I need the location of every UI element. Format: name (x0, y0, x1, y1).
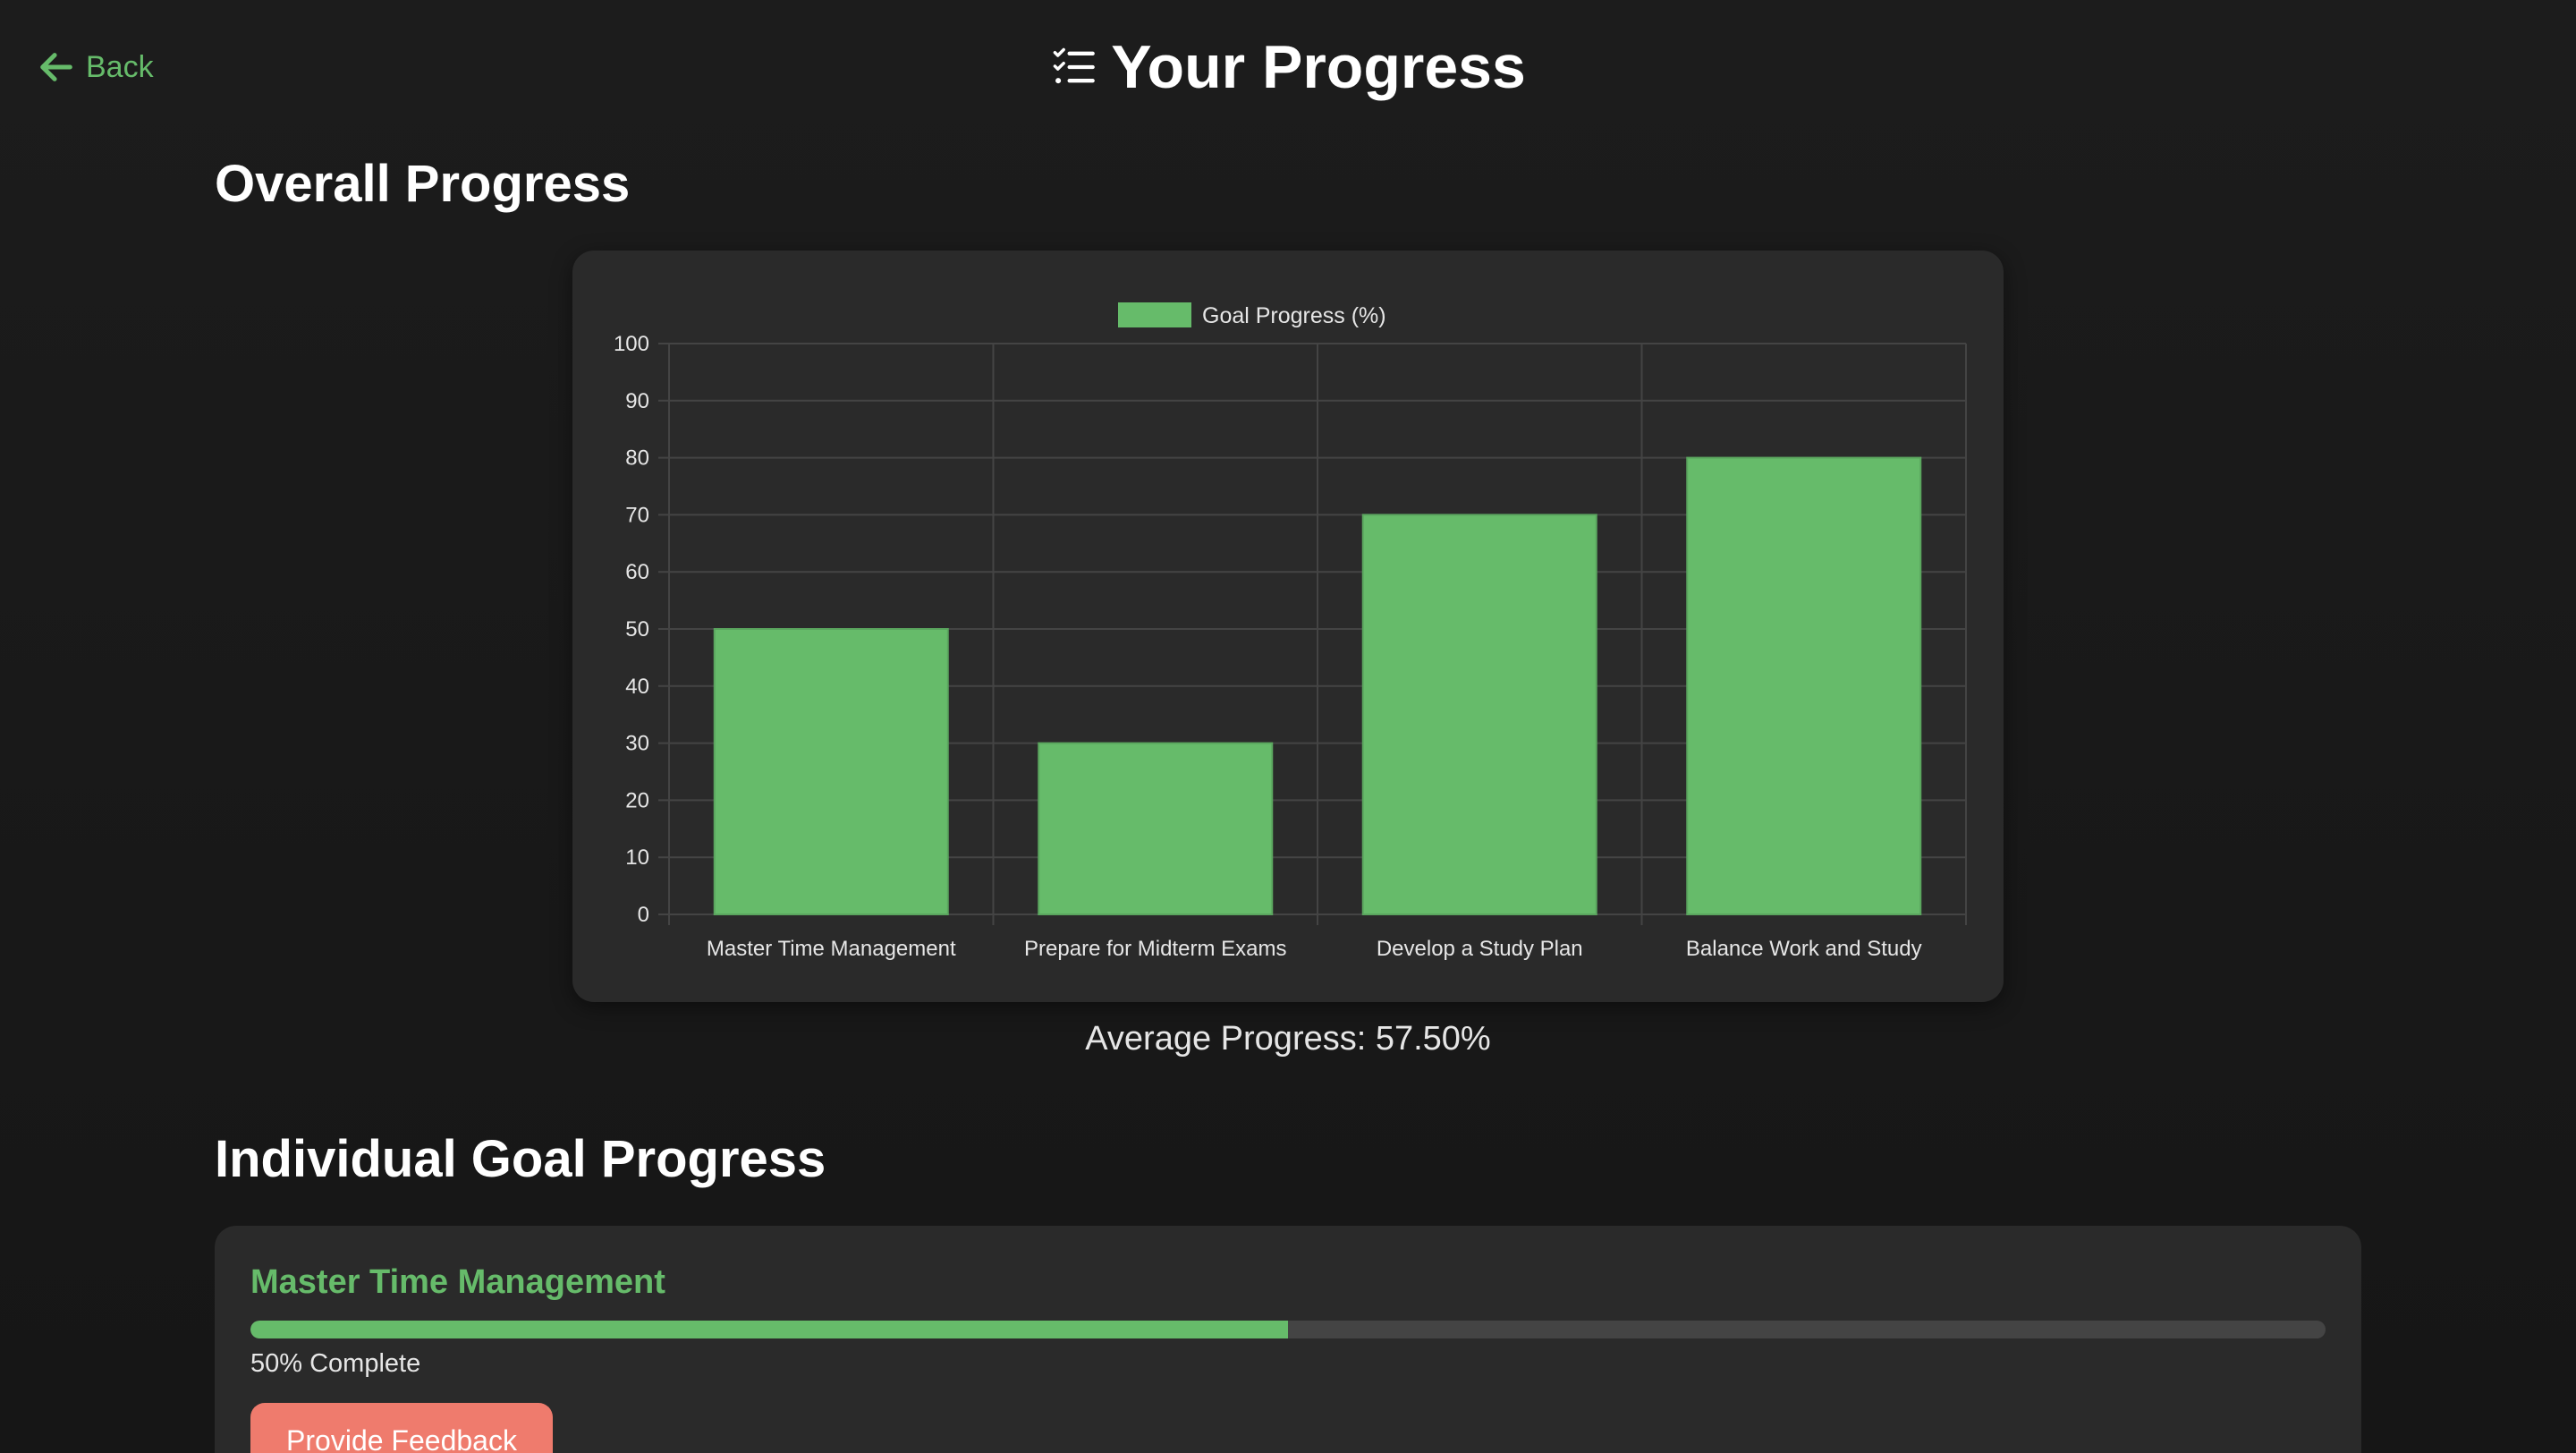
x-tick-label: Develop a Study Plan (1377, 937, 1583, 961)
chart-bar (1361, 514, 1597, 915)
goal-status: 50% Complete (250, 1349, 421, 1378)
x-tick-label: Balance Work and Study (1686, 937, 1922, 961)
y-tick-label: 90 (625, 389, 649, 413)
y-tick-label: 20 (625, 788, 649, 812)
y-tick-label: 80 (625, 446, 649, 471)
y-tick-label: 50 (625, 617, 649, 642)
checklist-icon (1053, 47, 1096, 84)
progress-page: Back Your Progress Overall Progress 0 10 2… (0, 0, 2576, 1453)
goal-title: Master Time Management (250, 1263, 665, 1301)
chart-card: 0 10 20 30 40 50 60 70 80 90 100 Master Time Manage… (572, 251, 2004, 1002)
x-tick-label: Master Time Management (707, 937, 956, 961)
y-tick-label: 70 (625, 503, 649, 527)
page-title: Your Progress (1111, 33, 1526, 101)
legend-label: Goal Progress (%) (1202, 303, 1386, 328)
progress-bar-chart: 0 10 20 30 40 50 60 70 80 90 100 Master Time Manage… (614, 302, 1967, 961)
legend-swatch (1118, 302, 1191, 327)
y-tick-label: 60 (625, 560, 649, 584)
goal-progress-bar (250, 1321, 2326, 1338)
chart-bar (1038, 742, 1274, 915)
y-tick-label: 0 (638, 903, 649, 927)
overall-progress-heading: Overall Progress (215, 155, 631, 213)
average-progress: Average Progress: 57.50% (1085, 1020, 1491, 1058)
page-header: Your Progress (0, 32, 2576, 102)
x-tick-label: Prepare for Midterm Exams (1024, 937, 1286, 961)
y-tick-label: 100 (614, 332, 649, 356)
provide-feedback-button[interactable]: Provide Feedback (250, 1403, 553, 1453)
goal-card: Master Time Management 50% Complete Prov… (215, 1226, 2361, 1453)
individual-progress-heading: Individual Goal Progress (215, 1130, 826, 1188)
chart-bar (1686, 456, 1922, 915)
y-tick-label: 40 (625, 675, 649, 699)
chart-bar (713, 628, 949, 915)
y-tick-label: 10 (625, 845, 649, 870)
goal-progress-fill (250, 1321, 1288, 1338)
y-tick-label: 30 (625, 732, 649, 756)
